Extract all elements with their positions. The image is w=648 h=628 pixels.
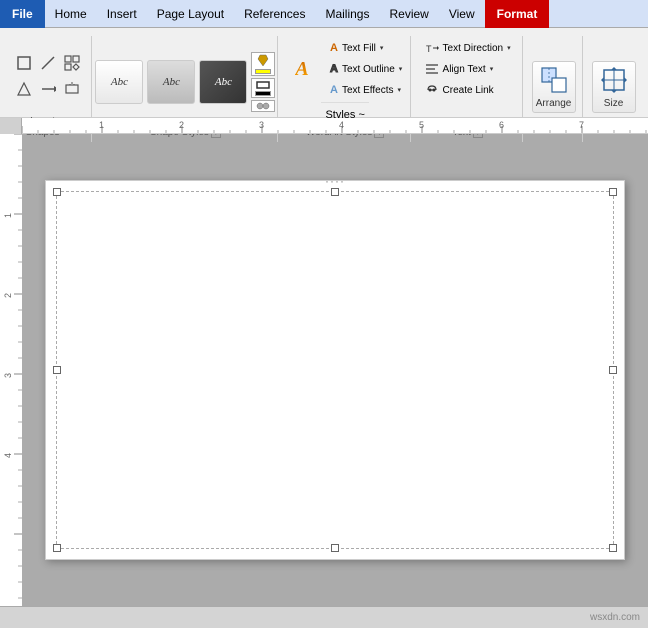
- handle-bottom-left[interactable]: [53, 544, 61, 552]
- shape-icon-textbox[interactable]: [61, 78, 83, 100]
- ruler-vertical: 1 2 3 4: [0, 134, 22, 606]
- menu-view[interactable]: View: [439, 0, 485, 28]
- menu-format[interactable]: Format: [485, 0, 550, 28]
- shape-icon-square[interactable]: [13, 52, 35, 74]
- ruler-h-svg: 1 2 3 4 5: [22, 118, 648, 134]
- text-fill-btn[interactable]: A Text Fill ▾: [326, 38, 406, 58]
- document-area: ····: [22, 134, 648, 606]
- shape-styles-controls: [251, 52, 275, 112]
- size-btn[interactable]: Size: [592, 61, 636, 113]
- svg-text:2: 2: [179, 120, 184, 130]
- wordart-top-row: A A Text Fill ▾ A Text Outline ▾: [284, 38, 406, 100]
- shape-style-btn-3[interactable]: Abc: [199, 60, 247, 104]
- menu-home[interactable]: Home: [45, 0, 97, 28]
- text-content: T Text Direction ▾ Align Text ▾: [421, 38, 515, 125]
- svg-text:2: 2: [3, 293, 13, 298]
- menu-file[interactable]: File: [0, 0, 45, 28]
- menu-review[interactable]: Review: [379, 0, 438, 28]
- move-handle[interactable]: ····: [325, 174, 345, 188]
- create-link-icon: [425, 83, 439, 97]
- shape-style-btn-2[interactable]: Abc: [147, 60, 195, 104]
- ruler-corner: [0, 118, 22, 134]
- align-text-icon: [425, 62, 439, 76]
- shape-outline-btn[interactable]: [251, 78, 275, 98]
- shape-icon-line[interactable]: [37, 52, 59, 74]
- text-direction-btn[interactable]: T Text Direction ▾: [421, 38, 515, 58]
- shape-icon-more[interactable]: [61, 52, 83, 74]
- document-page: ····: [45, 180, 625, 560]
- shape-icon-arrow[interactable]: [37, 78, 59, 100]
- svg-text:4: 4: [3, 453, 13, 458]
- menu-mailings[interactable]: Mailings: [315, 0, 379, 28]
- text-direction-arrow: ▾: [507, 44, 511, 52]
- main-content: 1 2 3 4: [0, 134, 648, 606]
- insert-shapes-content: [13, 38, 83, 114]
- status-bar: wsxdn.com: [0, 606, 648, 628]
- text-effects-icon: A: [330, 84, 338, 96]
- svg-text:1: 1: [3, 213, 13, 218]
- ruler-v-svg: 1 2 3 4: [0, 134, 22, 606]
- svg-text:3: 3: [3, 373, 13, 378]
- handle-middle-left[interactable]: [53, 366, 61, 374]
- svg-text:T: T: [426, 44, 432, 54]
- status-bar-text: wsxdn.com: [590, 612, 640, 623]
- menu-bar: File Home Insert Page Layout References …: [0, 0, 648, 28]
- handle-top-right[interactable]: [609, 188, 617, 196]
- arrange-btn[interactable]: Arrange: [532, 61, 576, 113]
- wordart-styles-content: A A Text Fill ▾ A Text Outline ▾: [284, 38, 406, 125]
- text-outline-arrow: ▾: [399, 65, 403, 73]
- text-outline-icon: A: [330, 63, 338, 75]
- svg-text:4: 4: [339, 120, 344, 130]
- text-effects-arrow: ▾: [397, 86, 401, 94]
- align-text-arrow: ▾: [490, 65, 494, 73]
- text-outline-btn[interactable]: A Text Outline ▾: [326, 59, 406, 79]
- handle-middle-right[interactable]: [609, 366, 617, 374]
- menu-insert[interactable]: Insert: [97, 0, 147, 28]
- text-direction-icon: T: [425, 41, 439, 55]
- shapes-icons-row: [13, 52, 83, 74]
- text-effects-btn[interactable]: A Text Effects ▾: [326, 80, 406, 100]
- menu-page-layout[interactable]: Page Layout: [147, 0, 234, 28]
- svg-text:6: 6: [499, 120, 504, 130]
- menu-references[interactable]: References: [234, 0, 315, 28]
- svg-text:1: 1: [99, 120, 104, 130]
- text-fill-arrow: ▾: [380, 44, 384, 52]
- text-fill-icon: A: [330, 42, 338, 54]
- svg-text:5: 5: [419, 120, 424, 130]
- shape-icon-edit[interactable]: [13, 78, 35, 100]
- svg-text:7: 7: [579, 120, 584, 130]
- text-box[interactable]: ····: [56, 191, 614, 549]
- size-icon: [600, 66, 628, 94]
- align-text-btn[interactable]: Align Text ▾: [421, 59, 498, 79]
- handle-bottom-right[interactable]: [609, 544, 617, 552]
- shape-style-btn-1[interactable]: Abc: [95, 60, 143, 104]
- wordart-a-display: A: [284, 47, 320, 91]
- ribbon: Insert Shapes ▾ Abc Abc Abc: [0, 28, 648, 118]
- shape-effects-btn[interactable]: [251, 100, 275, 112]
- svg-text:3: 3: [259, 120, 264, 130]
- handle-top-middle[interactable]: [331, 188, 339, 196]
- shape-fill-btn[interactable]: [251, 52, 275, 76]
- arrange-icon: [540, 66, 568, 94]
- create-link-btn[interactable]: Create Link: [421, 80, 498, 100]
- ruler-horizontal: 1 2 3 4 5: [0, 118, 648, 134]
- ruler-h-track: 1 2 3 4 5: [22, 118, 648, 134]
- shape-styles-content: Abc Abc Abc: [95, 38, 275, 125]
- wordart-text-options: A Text Fill ▾ A Text Outline ▾ A Text Ef…: [326, 38, 406, 100]
- insert-shapes-area: [13, 52, 83, 100]
- handle-top-left[interactable]: [53, 188, 61, 196]
- handle-bottom-middle[interactable]: [331, 544, 339, 552]
